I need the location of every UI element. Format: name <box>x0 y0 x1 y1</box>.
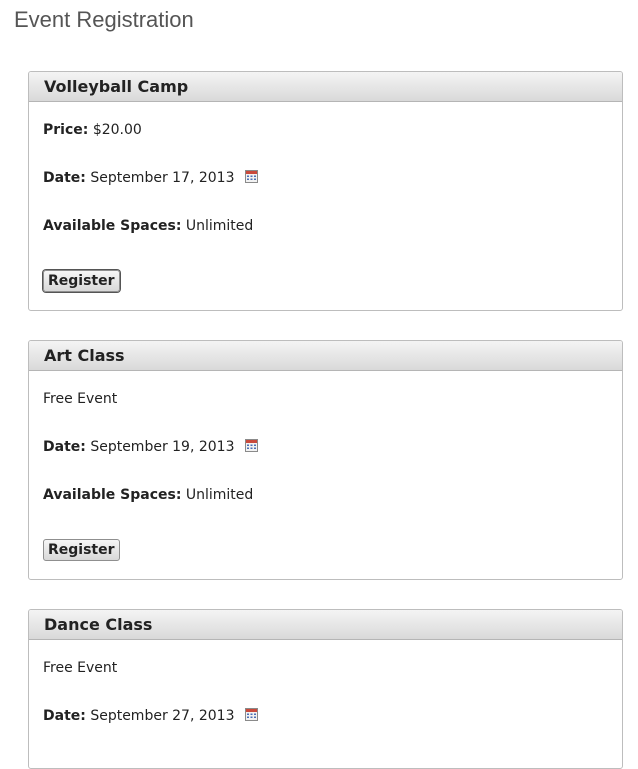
price-row: Price: $20.00 <box>43 121 142 139</box>
calendar-icon[interactable] <box>244 708 258 721</box>
event-card-dance-class: Dance Class Free Event Date: September 2… <box>28 609 623 769</box>
available-spaces-row: Available Spaces: Unlimited <box>43 217 253 235</box>
available-spaces-value: Unlimited <box>185 487 254 503</box>
free-event-text: Free Event <box>43 660 118 676</box>
available-spaces-value: Unlimited <box>185 218 254 234</box>
event-title: Art Class <box>29 341 622 371</box>
page-title: Event Registration <box>14 7 194 32</box>
price-value: $20.00 <box>92 122 142 138</box>
date-row: Date: September 19, 2013 <box>43 438 258 456</box>
free-event-text: Free Event <box>43 391 118 407</box>
event-card-volleyball-camp: Volleyball Camp Price: $20.00 Date: Sept… <box>28 71 623 311</box>
date-value: September 17, 2013 <box>90 170 235 186</box>
price-label: Price: <box>43 122 89 138</box>
event-title: Dance Class <box>29 610 622 640</box>
register-button[interactable]: Register <box>43 270 120 292</box>
event-card-art-class: Art Class Free Event Date: September 19,… <box>28 340 623 580</box>
event-title: Volleyball Camp <box>29 72 622 102</box>
calendar-icon[interactable] <box>244 439 258 452</box>
date-row: Date: September 17, 2013 <box>43 169 258 187</box>
date-label: Date: <box>43 439 86 455</box>
date-value: September 27, 2013 <box>90 708 235 724</box>
date-label: Date: <box>43 708 86 724</box>
calendar-icon[interactable] <box>244 170 258 183</box>
date-value: September 19, 2013 <box>90 439 235 455</box>
date-row: Date: September 27, 2013 <box>43 707 258 725</box>
price-row: Free Event <box>43 390 117 408</box>
available-spaces-label: Available Spaces: <box>43 487 182 503</box>
available-spaces-row: Available Spaces: Unlimited <box>43 486 253 504</box>
date-label: Date: <box>43 170 86 186</box>
available-spaces-label: Available Spaces: <box>43 218 182 234</box>
price-row: Free Event <box>43 659 117 677</box>
register-button[interactable]: Register <box>43 539 120 561</box>
